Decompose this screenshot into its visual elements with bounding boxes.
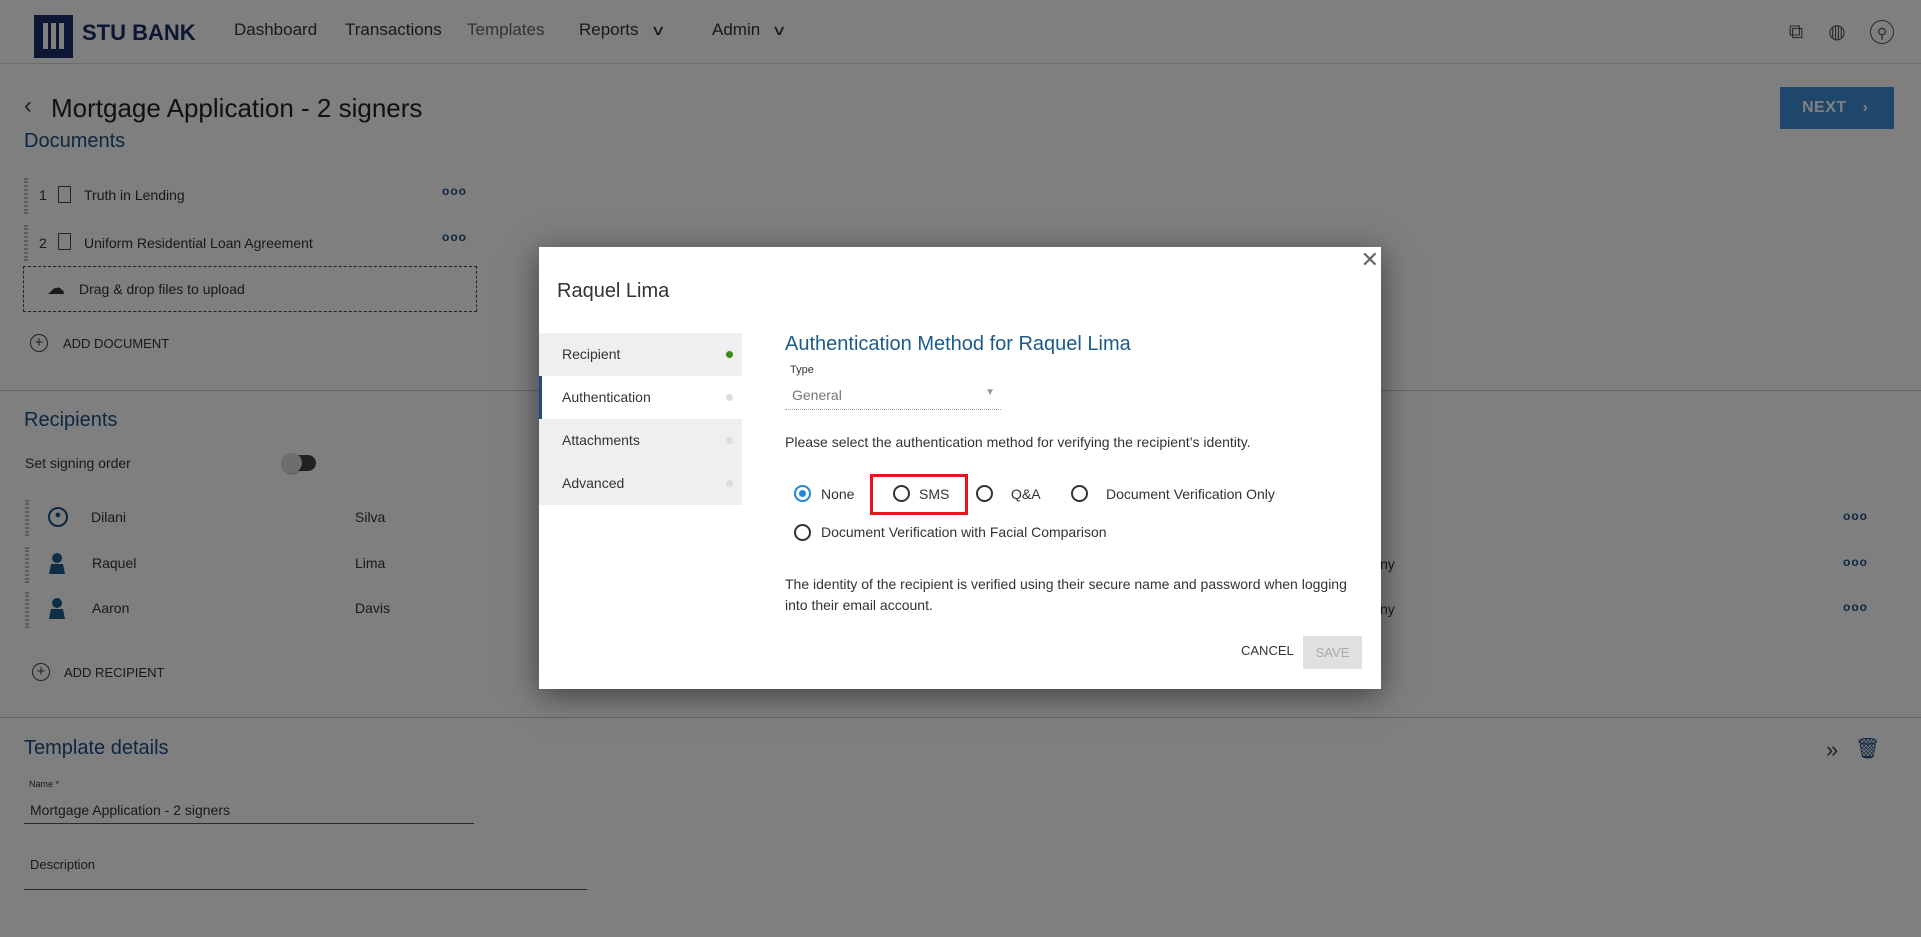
- save-button[interactable]: SAVE: [1303, 636, 1362, 669]
- tab-advanced[interactable]: Advanced: [539, 462, 742, 505]
- authentication-dialog: ✕ Raquel Lima Recipient Authentication A…: [539, 247, 1381, 689]
- radio-document-verification-only[interactable]: [1071, 485, 1088, 502]
- option-label: Q&A: [1011, 486, 1041, 502]
- tab-authentication[interactable]: Authentication: [539, 376, 742, 419]
- option-label: None: [821, 486, 855, 502]
- type-value: General: [792, 387, 842, 403]
- tab-attachments[interactable]: Attachments: [539, 419, 742, 462]
- tab-label: Authentication: [562, 389, 651, 405]
- auth-heading: Authentication Method for Raquel Lima: [785, 333, 1131, 355]
- instruction-text: Please select the authentication method …: [785, 434, 1251, 450]
- dialog-title: Raquel Lima: [557, 280, 670, 302]
- method-description: The identity of the recipient is verifie…: [785, 576, 1347, 613]
- radio-qa[interactable]: [976, 485, 993, 502]
- type-select[interactable]: General ▼: [785, 380, 1001, 410]
- option-label: Document Verification with Facial Compar…: [821, 524, 1107, 540]
- type-label: Type: [790, 364, 814, 376]
- tab-recipient[interactable]: Recipient: [539, 333, 742, 376]
- tab-label: Recipient: [562, 346, 621, 362]
- status-dot-icon: [726, 394, 733, 401]
- option-label: SMS: [919, 486, 950, 502]
- radio-document-verification-facial[interactable]: [794, 524, 811, 541]
- tab-label: Advanced: [562, 475, 625, 491]
- status-dot-icon: [726, 437, 733, 444]
- option-label: Document Verification Only: [1106, 486, 1275, 502]
- cancel-button[interactable]: CANCEL: [1241, 643, 1294, 658]
- tab-label: Attachments: [562, 432, 640, 448]
- dropdown-arrow-icon: ▼: [985, 387, 995, 398]
- dialog-tabs: Recipient Authentication Attachments Adv…: [539, 333, 742, 505]
- radio-sms[interactable]: [893, 485, 910, 502]
- complete-dot-icon: [726, 351, 733, 358]
- radio-none[interactable]: [794, 485, 811, 502]
- status-dot-icon: [726, 480, 733, 487]
- close-icon[interactable]: ✕: [1361, 247, 1379, 273]
